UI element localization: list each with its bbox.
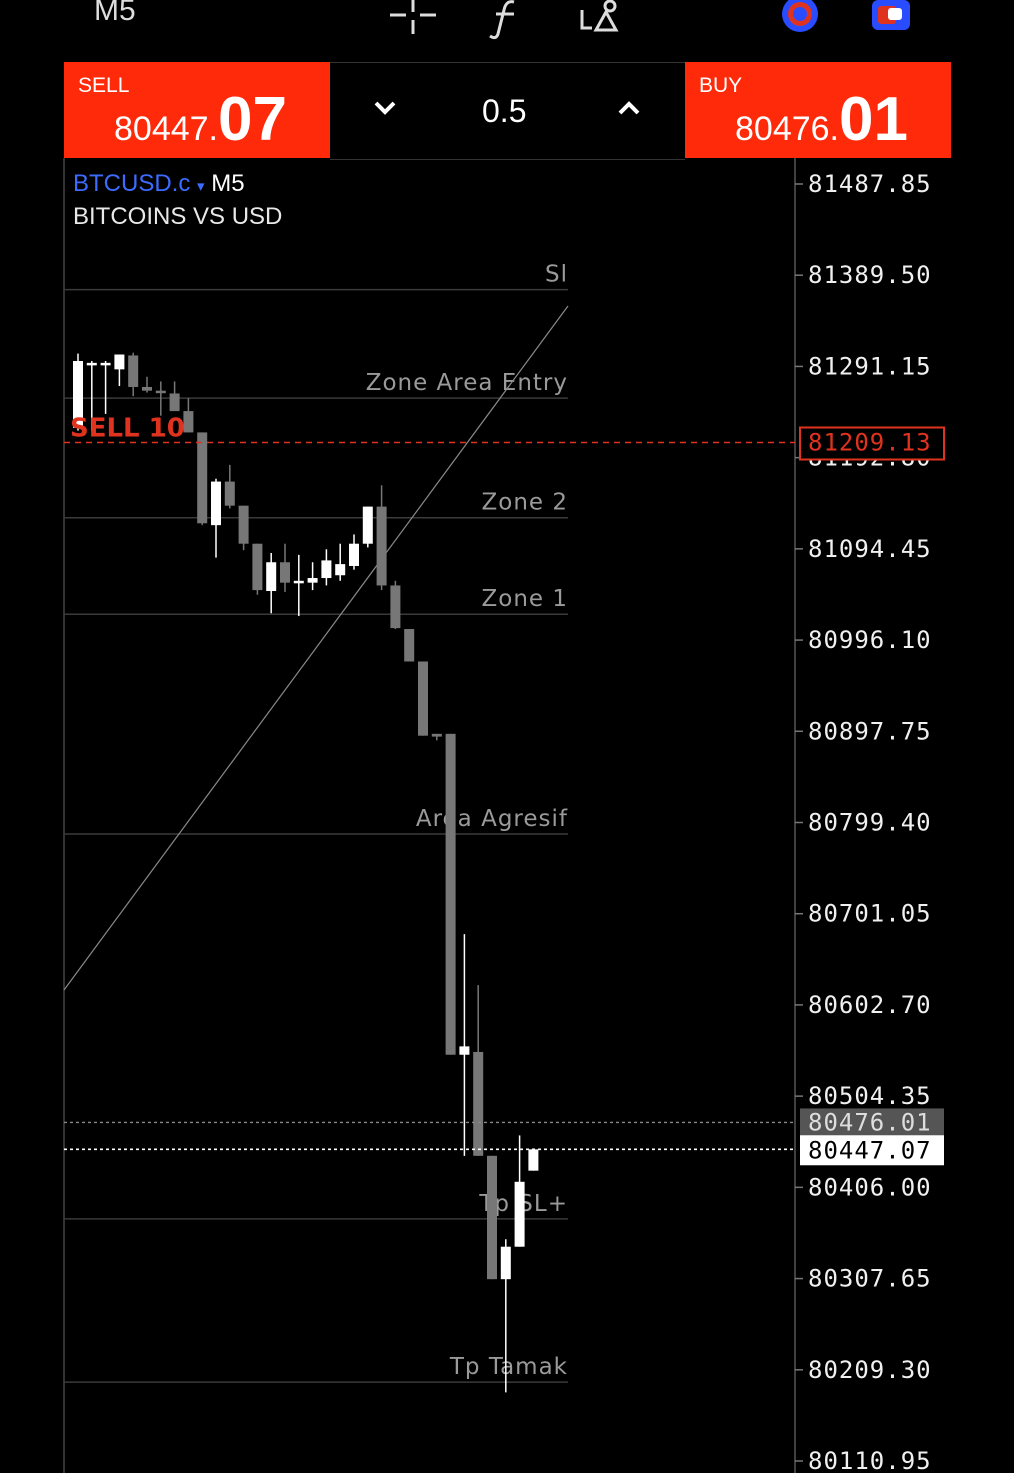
candle-body bbox=[528, 1149, 539, 1171]
candle-body bbox=[280, 562, 290, 583]
candle-body bbox=[376, 506, 387, 586]
symbol-dropdown-icon[interactable]: ▾ bbox=[197, 178, 205, 195]
candle-body bbox=[293, 580, 304, 584]
candle-body bbox=[307, 578, 318, 583]
level-label: Area Agresif bbox=[416, 806, 568, 832]
candle-body bbox=[238, 505, 249, 544]
axis-tick-label: 80504.35 bbox=[808, 1082, 932, 1110]
axis-tick-label: 80406.00 bbox=[808, 1173, 932, 1201]
axis-tick-label: 80307.65 bbox=[808, 1265, 932, 1293]
axis-tick-label: 80110.95 bbox=[808, 1447, 932, 1473]
candle-body bbox=[100, 362, 111, 366]
axis-tick-label: 81291.15 bbox=[808, 352, 932, 380]
candle-body bbox=[418, 661, 428, 736]
candle-body bbox=[487, 1155, 497, 1280]
candle-body bbox=[211, 481, 221, 526]
candle-body bbox=[266, 562, 277, 592]
candle-body bbox=[128, 355, 139, 387]
candle-body bbox=[197, 432, 208, 524]
bid-price-label: 80447.07 bbox=[808, 1136, 932, 1164]
candle-body bbox=[252, 543, 263, 591]
candle-body bbox=[500, 1246, 511, 1280]
symbol-timeframe: M5 bbox=[211, 170, 245, 197]
symbol-name[interactable]: BTCUSD.c bbox=[73, 170, 190, 197]
symbol-header[interactable]: BTCUSD.c ▾ M5 bbox=[73, 170, 245, 198]
axis-tick-label: 80602.70 bbox=[808, 991, 932, 1019]
axis-tick-label: 81389.50 bbox=[808, 261, 932, 289]
axis-tick-label: 80996.10 bbox=[808, 626, 932, 654]
candle-body bbox=[349, 543, 359, 566]
candle-body bbox=[114, 354, 125, 370]
candle-body bbox=[224, 481, 235, 506]
candle-body bbox=[362, 506, 373, 544]
axis-tick-label: 80209.30 bbox=[808, 1356, 932, 1384]
axis-tick-label: 81094.45 bbox=[808, 535, 932, 563]
candle-body bbox=[459, 1046, 470, 1055]
candle-body bbox=[445, 733, 456, 1055]
candle-body bbox=[404, 629, 415, 662]
candle-body bbox=[155, 390, 166, 394]
trend-line bbox=[63, 305, 569, 991]
level-label: Zone Area Entry bbox=[366, 370, 568, 396]
axis-tick-label: 80701.05 bbox=[808, 900, 932, 928]
axis-tick-label: 81487.85 bbox=[808, 170, 932, 198]
level-label: Sl bbox=[545, 262, 568, 288]
level-label: Zone 1 bbox=[482, 586, 569, 612]
axis-tick-label: 80799.40 bbox=[808, 809, 932, 837]
candle-body bbox=[335, 564, 346, 576]
ask-price-label: 80476.01 bbox=[808, 1108, 932, 1136]
candle-body bbox=[431, 733, 442, 737]
candle-body bbox=[183, 411, 194, 433]
axis-tick-label: 80897.75 bbox=[808, 717, 932, 745]
candle-body bbox=[321, 560, 332, 579]
candle-body bbox=[86, 362, 97, 366]
candle-body bbox=[390, 585, 401, 629]
order-label: SELL 10 bbox=[70, 413, 185, 443]
candle-body bbox=[473, 1051, 484, 1156]
order-price-label: 81209.13 bbox=[808, 428, 932, 456]
level-label: Zone 2 bbox=[482, 490, 569, 516]
level-label: Tp Tamak bbox=[449, 1354, 568, 1380]
candle-body bbox=[514, 1181, 525, 1247]
candle-body bbox=[169, 393, 180, 412]
candle-body bbox=[142, 386, 152, 391]
symbol-description: BITCOINS VS USD bbox=[73, 203, 283, 230]
